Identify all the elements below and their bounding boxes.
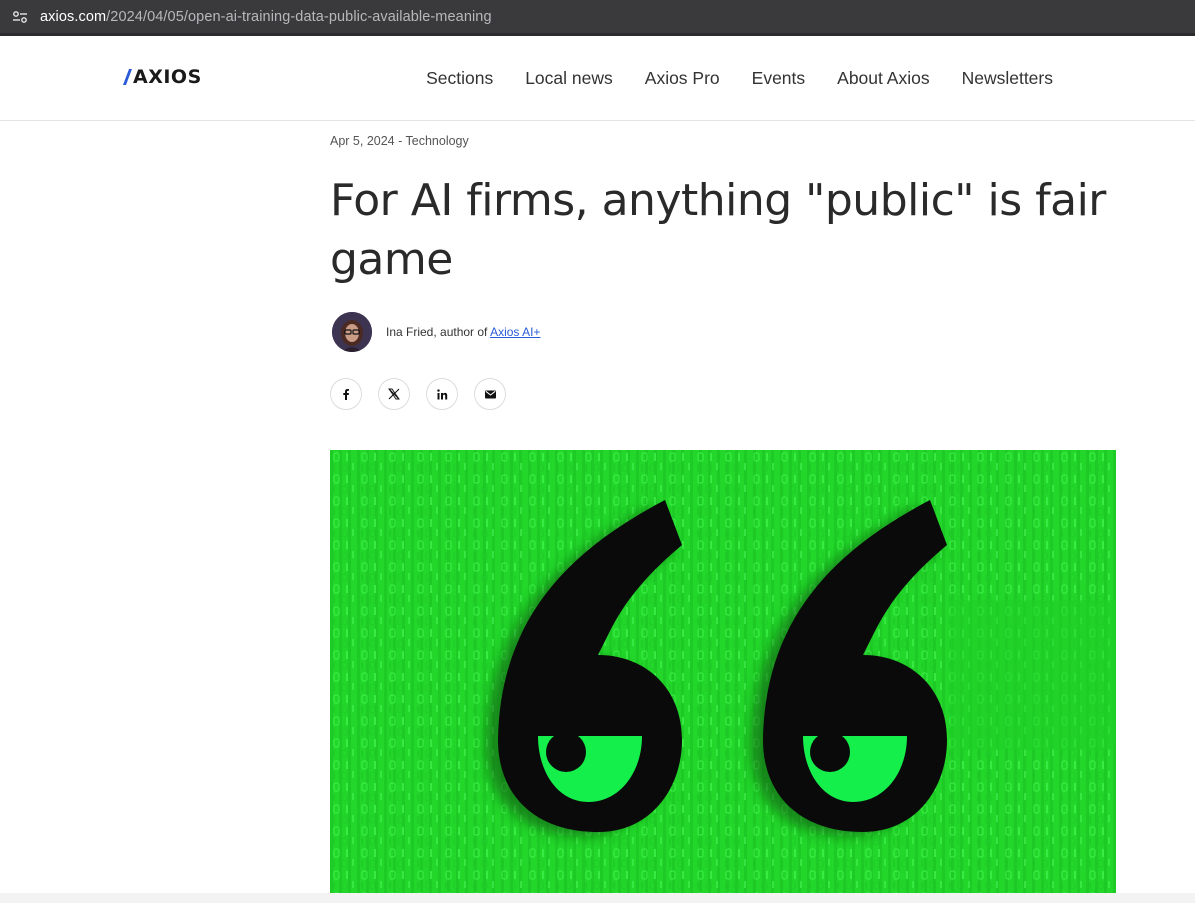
url-path: /2024/04/05/open-ai-training-data-public… (106, 8, 492, 25)
nav-local-news[interactable]: Local news (525, 68, 613, 89)
nav-axios-pro[interactable]: Axios Pro (645, 68, 720, 89)
quote-eyes-illustration (330, 450, 1116, 893)
headline: For AI firms, anything "public" is fair … (330, 175, 1106, 285)
site-header: AXIOS Sections Local news Axios Pro Even… (0, 40, 1195, 121)
nav-sections[interactable]: Sections (426, 68, 493, 89)
logo-text: AXIOS (133, 66, 202, 88)
axios-logo[interactable]: AXIOS (123, 66, 202, 88)
share-row (330, 378, 506, 410)
main-nav: Sections Local news Axios Pro Events Abo… (426, 68, 1053, 89)
url-domain: axios.com (40, 8, 107, 25)
url-text[interactable]: axios.com/2024/04/05/open-ai-training-da… (40, 9, 492, 25)
browser-url-bar[interactable]: axios.com/2024/04/05/open-ai-training-da… (0, 0, 1195, 36)
nav-newsletters[interactable]: Newsletters (962, 68, 1053, 89)
byline-text: Ina Fried, author of Axios AI+ (386, 325, 540, 339)
dateline: Apr 5, 2024 - Technology (330, 134, 469, 148)
nav-events[interactable]: Events (752, 68, 806, 89)
share-facebook-button[interactable] (330, 378, 362, 410)
email-icon (484, 390, 496, 398)
byline: Ina Fried, author of Axios AI+ (332, 312, 540, 352)
share-linkedin-button[interactable] (426, 378, 458, 410)
x-icon (388, 388, 400, 400)
facebook-icon (343, 389, 349, 400)
newsletter-link[interactable]: Axios AI+ (490, 325, 540, 339)
share-x-button[interactable] (378, 378, 410, 410)
author-name: Ina Fried, author of (386, 325, 491, 339)
hero-image (330, 450, 1116, 893)
linkedin-icon (436, 388, 447, 399)
nav-about-axios[interactable]: About Axios (837, 68, 929, 89)
author-avatar[interactable] (332, 312, 372, 352)
bottom-strip (0, 893, 1195, 903)
site-settings-icon[interactable] (12, 10, 28, 24)
share-email-button[interactable] (474, 378, 506, 410)
